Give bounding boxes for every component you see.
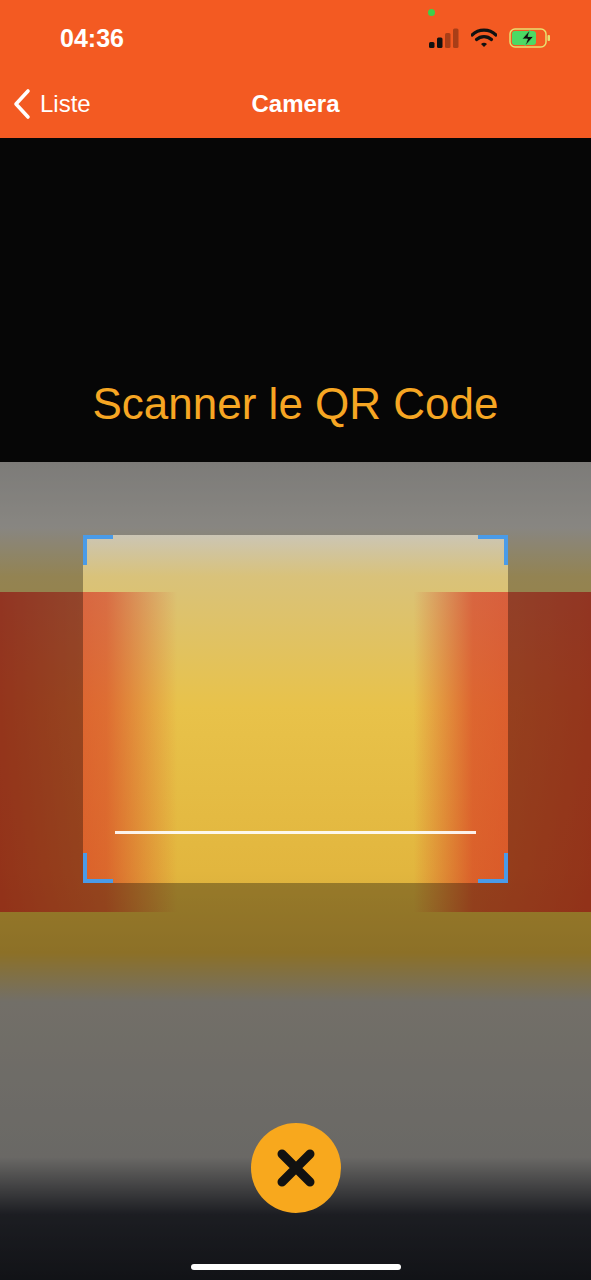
signal-icon bbox=[429, 28, 459, 48]
header: 04:36 ListeCamera bbox=[0, 0, 591, 138]
scan-frame bbox=[83, 535, 508, 883]
scan-line bbox=[115, 831, 476, 834]
back-button[interactable]: Liste bbox=[12, 88, 91, 120]
close-icon bbox=[274, 1146, 318, 1190]
scanner-body: Scanner le QR Code bbox=[0, 138, 591, 1280]
scan-prompt: Scanner le QR Code bbox=[93, 379, 499, 429]
camera-photo bbox=[0, 592, 591, 912]
nav-bar: ListeCamera bbox=[0, 70, 591, 138]
privacy-indicator bbox=[428, 9, 435, 16]
chevron-left-icon bbox=[12, 88, 32, 120]
scan-corner bbox=[478, 535, 508, 565]
battery-icon bbox=[509, 28, 551, 48]
status-icons bbox=[429, 28, 551, 48]
prompt-area: Scanner le QR Code bbox=[0, 138, 591, 462]
scan-corner bbox=[478, 853, 508, 883]
camera-screen: 04:36 ListeCamera Scanner le QR Code bbox=[0, 0, 591, 1280]
home-indicator[interactable] bbox=[191, 1264, 401, 1270]
scan-corner bbox=[83, 535, 113, 565]
status-bar: 04:36 bbox=[0, 0, 591, 70]
camera-feed bbox=[0, 462, 591, 1280]
back-label: Liste bbox=[40, 90, 91, 118]
scan-corner bbox=[83, 853, 113, 883]
status-time: 04:36 bbox=[60, 24, 124, 53]
close-button[interactable] bbox=[251, 1123, 341, 1213]
wifi-icon bbox=[471, 28, 497, 48]
